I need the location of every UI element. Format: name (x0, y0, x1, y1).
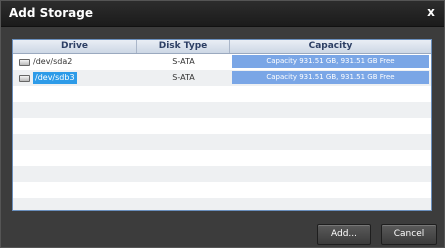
dialog-content: Drive Disk Type Capacity /dev/sda2 S-ATA… (1, 27, 444, 247)
cancel-button[interactable]: Cancel (381, 224, 437, 245)
drive-name: /dev/sda2 (33, 57, 73, 66)
drive-name-selected: /dev/sdb3 (33, 72, 77, 84)
empty-row (13, 134, 431, 150)
add-storage-dialog: Add Storage x Drive Disk Type Capacity /… (0, 0, 445, 248)
hard-drive-icon (19, 58, 30, 66)
empty-row (13, 86, 431, 102)
drive-cell: /dev/sda2 (13, 54, 137, 70)
column-header-drive[interactable]: Drive (13, 40, 137, 53)
empty-row (13, 102, 431, 118)
empty-row (13, 198, 431, 210)
drive-cell: /dev/sdb3 (13, 70, 137, 86)
capacity-bar: Capacity 931.51 GB, 931.51 GB Free (232, 71, 429, 84)
table-header: Drive Disk Type Capacity (13, 40, 431, 54)
capacity-cell: Capacity 931.51 GB, 931.51 GB Free (230, 54, 431, 70)
table-row[interactable]: /dev/sda2 S-ATA Capacity 931.51 GB, 931.… (13, 54, 431, 70)
column-header-capacity[interactable]: Capacity (230, 40, 431, 53)
add-button[interactable]: Add... (317, 224, 371, 245)
table-row[interactable]: /dev/sdb3 S-ATA Capacity 931.51 GB, 931.… (13, 70, 431, 86)
empty-row (13, 182, 431, 198)
capacity-bar: Capacity 931.51 GB, 931.51 GB Free (232, 55, 429, 68)
empty-row (13, 166, 431, 182)
dialog-title: Add Storage (9, 6, 94, 20)
storage-table: Drive Disk Type Capacity /dev/sda2 S-ATA… (12, 39, 432, 211)
column-header-disk-type[interactable]: Disk Type (137, 40, 230, 53)
empty-row (13, 150, 431, 166)
hard-drive-icon (19, 74, 30, 82)
close-icon[interactable]: x (424, 5, 438, 19)
empty-row (13, 118, 431, 134)
disk-type-cell: S-ATA (172, 73, 195, 82)
capacity-cell: Capacity 931.51 GB, 931.51 GB Free (230, 70, 431, 86)
disk-type-cell: S-ATA (172, 57, 195, 66)
dialog-titlebar[interactable]: Add Storage x (1, 1, 444, 27)
